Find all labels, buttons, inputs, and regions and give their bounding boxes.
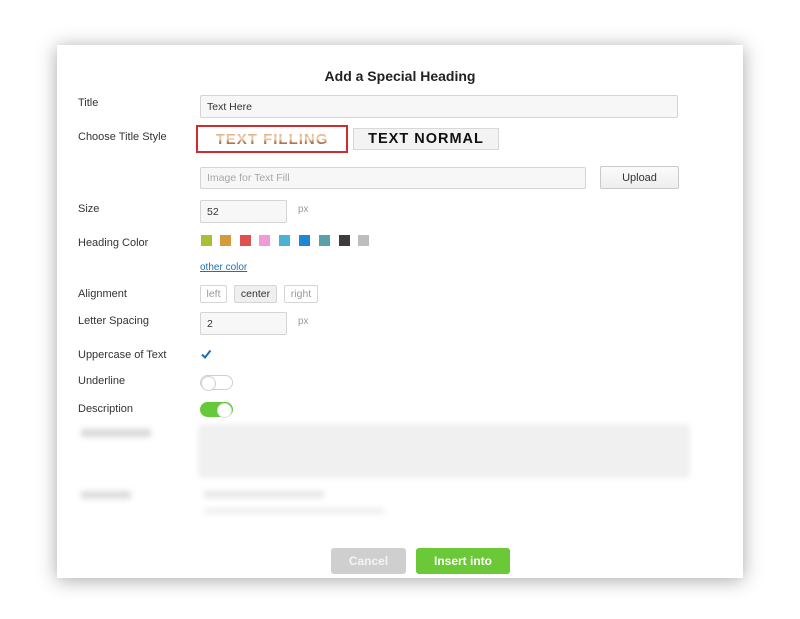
size-input-value: 52 [207,205,219,218]
color-swatch[interactable] [279,235,290,246]
checkmark-icon [201,349,212,360]
blurred-description-area [77,425,727,530]
color-swatch[interactable] [358,235,369,246]
letter-spacing-input[interactable]: 2 [200,312,287,335]
description-toggle[interactable] [200,402,233,418]
other-color-link[interactable]: other color [200,262,247,273]
color-swatch[interactable] [339,235,350,246]
letter-spacing-unit: px [298,316,309,327]
style-text-normal-label: TEXT NORMAL [368,131,484,147]
title-label: Title [78,97,99,109]
uppercase-label: Uppercase of Text [78,349,167,361]
align-right-button[interactable]: right [284,285,318,303]
style-text-normal-option[interactable]: TEXT NORMAL [353,128,499,150]
upload-button[interactable]: Upload [600,166,679,189]
insert-into-button[interactable]: Insert into [416,548,510,574]
align-center-button[interactable]: center [234,285,277,303]
cancel-button[interactable]: Cancel [331,548,406,574]
description-label: Description [78,403,134,415]
underline-label: Underline [78,375,126,387]
special-heading-dialog: Add a Special Heading Title Text Here Ch… [57,45,743,578]
size-label: Size [78,203,100,215]
size-input[interactable]: 52 [200,200,287,223]
color-swatch[interactable] [201,235,212,246]
image-fill-placeholder: Image for Text Fill [207,172,290,184]
title-input[interactable]: Text Here [200,95,678,118]
dialog-title: Add a Special Heading [324,68,476,84]
alignment-label: Alignment [78,288,127,300]
heading-color-label: Heading Color [78,237,149,249]
style-text-filling-option[interactable]: TEXT FILLING [196,125,348,153]
title-style-label: Choose Title Style [78,131,167,143]
uppercase-checkbox[interactable] [200,348,212,360]
toggle-knob [217,403,232,418]
color-swatch[interactable] [319,235,330,246]
align-left-button[interactable]: left [200,285,227,303]
color-swatch[interactable] [240,235,251,246]
image-fill-input[interactable]: Image for Text Fill [200,167,586,189]
title-input-value: Text Here [207,100,252,113]
letter-spacing-label: Letter Spacing [78,315,149,327]
color-swatch[interactable] [259,235,270,246]
letter-spacing-value: 2 [207,317,213,330]
size-unit: px [298,204,309,215]
color-swatch[interactable] [220,235,231,246]
toggle-knob [201,376,216,391]
color-swatch[interactable] [299,235,310,246]
underline-toggle[interactable] [200,375,233,391]
style-text-filling-label: TEXT FILLING [215,130,329,148]
